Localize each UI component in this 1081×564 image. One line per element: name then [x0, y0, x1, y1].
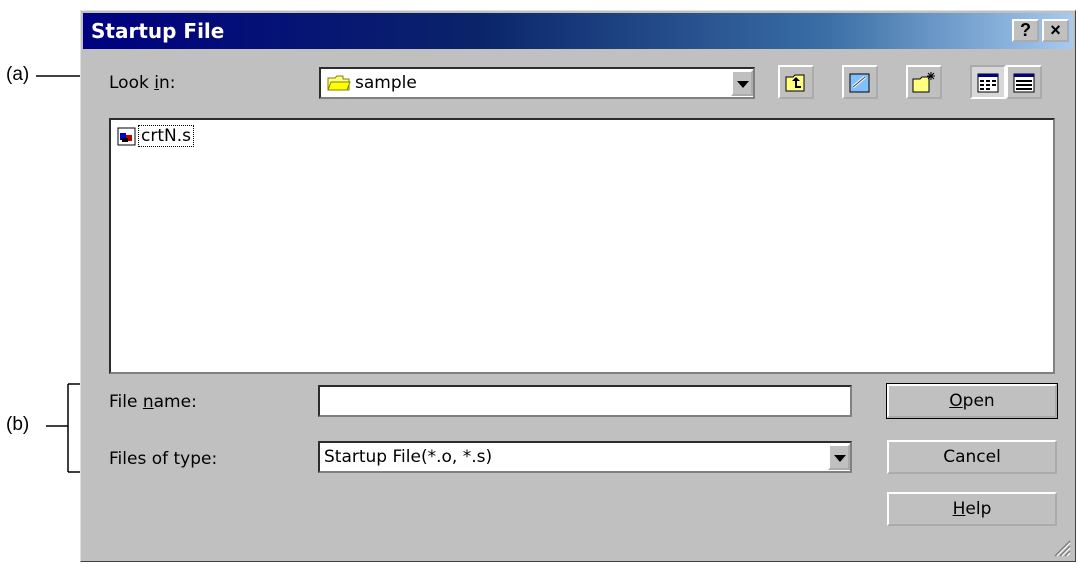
cancel-button[interactable]: Cancel [887, 440, 1057, 474]
new-folder-icon [912, 72, 935, 93]
source-file-icon [117, 127, 136, 146]
annotation-b: (b) [6, 414, 30, 435]
look-in-dropdown-button[interactable] [731, 70, 753, 96]
title-bar[interactable]: Startup File ? × [83, 13, 1073, 49]
look-in-combo[interactable]: sample [319, 67, 755, 99]
open-button[interactable]: Open [886, 383, 1058, 419]
file-name-crtN: crtN.s [138, 125, 194, 147]
desktop-icon [849, 73, 870, 93]
folder-icon [327, 75, 351, 91]
new-folder-button[interactable] [906, 65, 942, 99]
list-view-button[interactable] [970, 65, 1006, 99]
list-view-icon [977, 73, 999, 93]
desktop-button[interactable] [842, 65, 878, 99]
startup-file-dialog: Startup File ? × Look in: sample crtN.s … [80, 10, 1076, 562]
files-of-type-value: Startup File(*.o, *.s) [324, 447, 493, 467]
look-in-label: Look in: [109, 73, 176, 93]
file-name-input[interactable] [318, 385, 852, 417]
details-view-icon [1013, 73, 1035, 93]
annotation-a: (a) [6, 64, 30, 85]
file-name-label: File name: [109, 392, 197, 412]
details-view-button[interactable] [1006, 65, 1042, 99]
files-of-type-label: Files of type: [109, 449, 218, 469]
files-of-type-combo[interactable]: Startup File(*.o, *.s) [318, 441, 852, 473]
resize-grip-icon[interactable] [1051, 537, 1071, 557]
look-in-value: sample [355, 73, 417, 93]
help-title-button[interactable]: ? [1012, 19, 1039, 42]
up-folder-icon [785, 74, 805, 92]
window-title: Startup File [91, 19, 225, 43]
up-one-level-button[interactable] [778, 65, 814, 99]
help-button[interactable]: Help [887, 492, 1057, 526]
files-of-type-dropdown-button[interactable] [828, 444, 850, 470]
file-list[interactable] [109, 118, 1055, 374]
close-button[interactable]: × [1042, 19, 1069, 42]
